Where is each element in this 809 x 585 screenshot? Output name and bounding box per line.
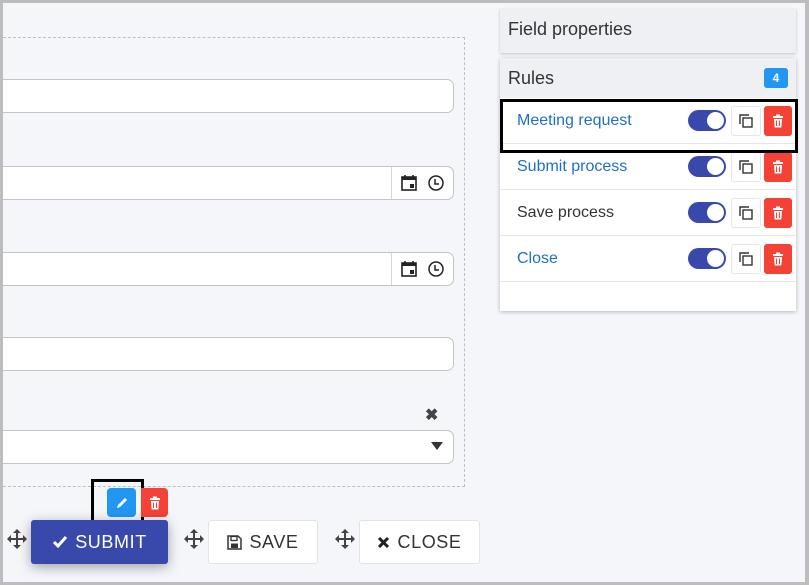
calendar-icon[interactable] [400,260,418,278]
move-handle-icon[interactable] [335,529,355,549]
submit-label: SUBMIT [75,531,147,552]
close-button[interactable]: CLOSE [359,520,480,564]
save-label: SAVE [249,531,299,552]
delete-field-button[interactable] [141,488,168,517]
rule-enabled-toggle[interactable] [688,156,726,177]
submit-button[interactable]: SUBMIT [31,520,168,564]
text-field-2[interactable] [3,337,454,371]
caret-down-icon[interactable] [431,442,443,450]
field-properties-title: Field properties [508,19,633,39]
duplicate-rule-button[interactable] [731,197,761,228]
datetime-field-1[interactable] [3,166,454,200]
delete-rule-button[interactable] [764,197,792,228]
duplicate-rule-button[interactable] [731,151,761,182]
duplicate-rule-button[interactable] [731,243,761,274]
rule-item: Save process [500,190,796,236]
close-icon[interactable]: ✖ [425,405,438,425]
trash-icon [772,160,784,174]
copy-icon [738,251,754,267]
datetime-addons [391,253,453,285]
highlight-box-rule [500,99,798,153]
text-field-1[interactable] [3,79,454,113]
datetime-field-2[interactable] [3,252,454,286]
rules-panel: Rules 4 Meeting request Submit process S… [500,58,796,311]
select-field[interactable] [3,430,454,464]
clock-icon[interactable] [427,260,445,278]
field-properties-header[interactable]: Field properties [500,9,796,53]
pencil-icon [115,496,129,510]
rules-count-badge: 4 [764,68,788,88]
rules-title: Rules [508,67,555,88]
move-handle-icon[interactable] [184,529,204,549]
rule-enabled-toggle[interactable] [688,248,726,269]
copy-icon [738,205,754,221]
close-label: CLOSE [397,531,462,552]
rule-enabled-toggle[interactable] [688,202,726,223]
calendar-icon[interactable] [400,174,418,192]
trash-icon [772,252,784,266]
rule-label[interactable]: Save process [517,204,688,222]
rule-item: Close [500,236,796,282]
datetime-addons [391,167,453,199]
x-icon [377,536,390,549]
floppy-disk-icon [227,534,243,550]
clock-icon[interactable] [427,174,445,192]
delete-rule-button[interactable] [764,243,792,274]
rule-label[interactable]: Submit process [517,158,688,176]
rules-header[interactable]: Rules 4 [500,58,796,98]
form-designer-canvas: ✖ SUBMIT SAVE CLOSE Field properties Rul… [3,3,805,582]
copy-icon [738,159,754,175]
trash-icon [772,206,784,220]
move-handle-icon[interactable] [7,529,27,549]
trash-icon [149,496,161,510]
save-button[interactable]: SAVE [208,520,318,564]
delete-rule-button[interactable] [764,151,792,182]
edit-button[interactable] [107,488,136,517]
rule-label[interactable]: Close [517,250,688,268]
check-icon [52,535,68,549]
